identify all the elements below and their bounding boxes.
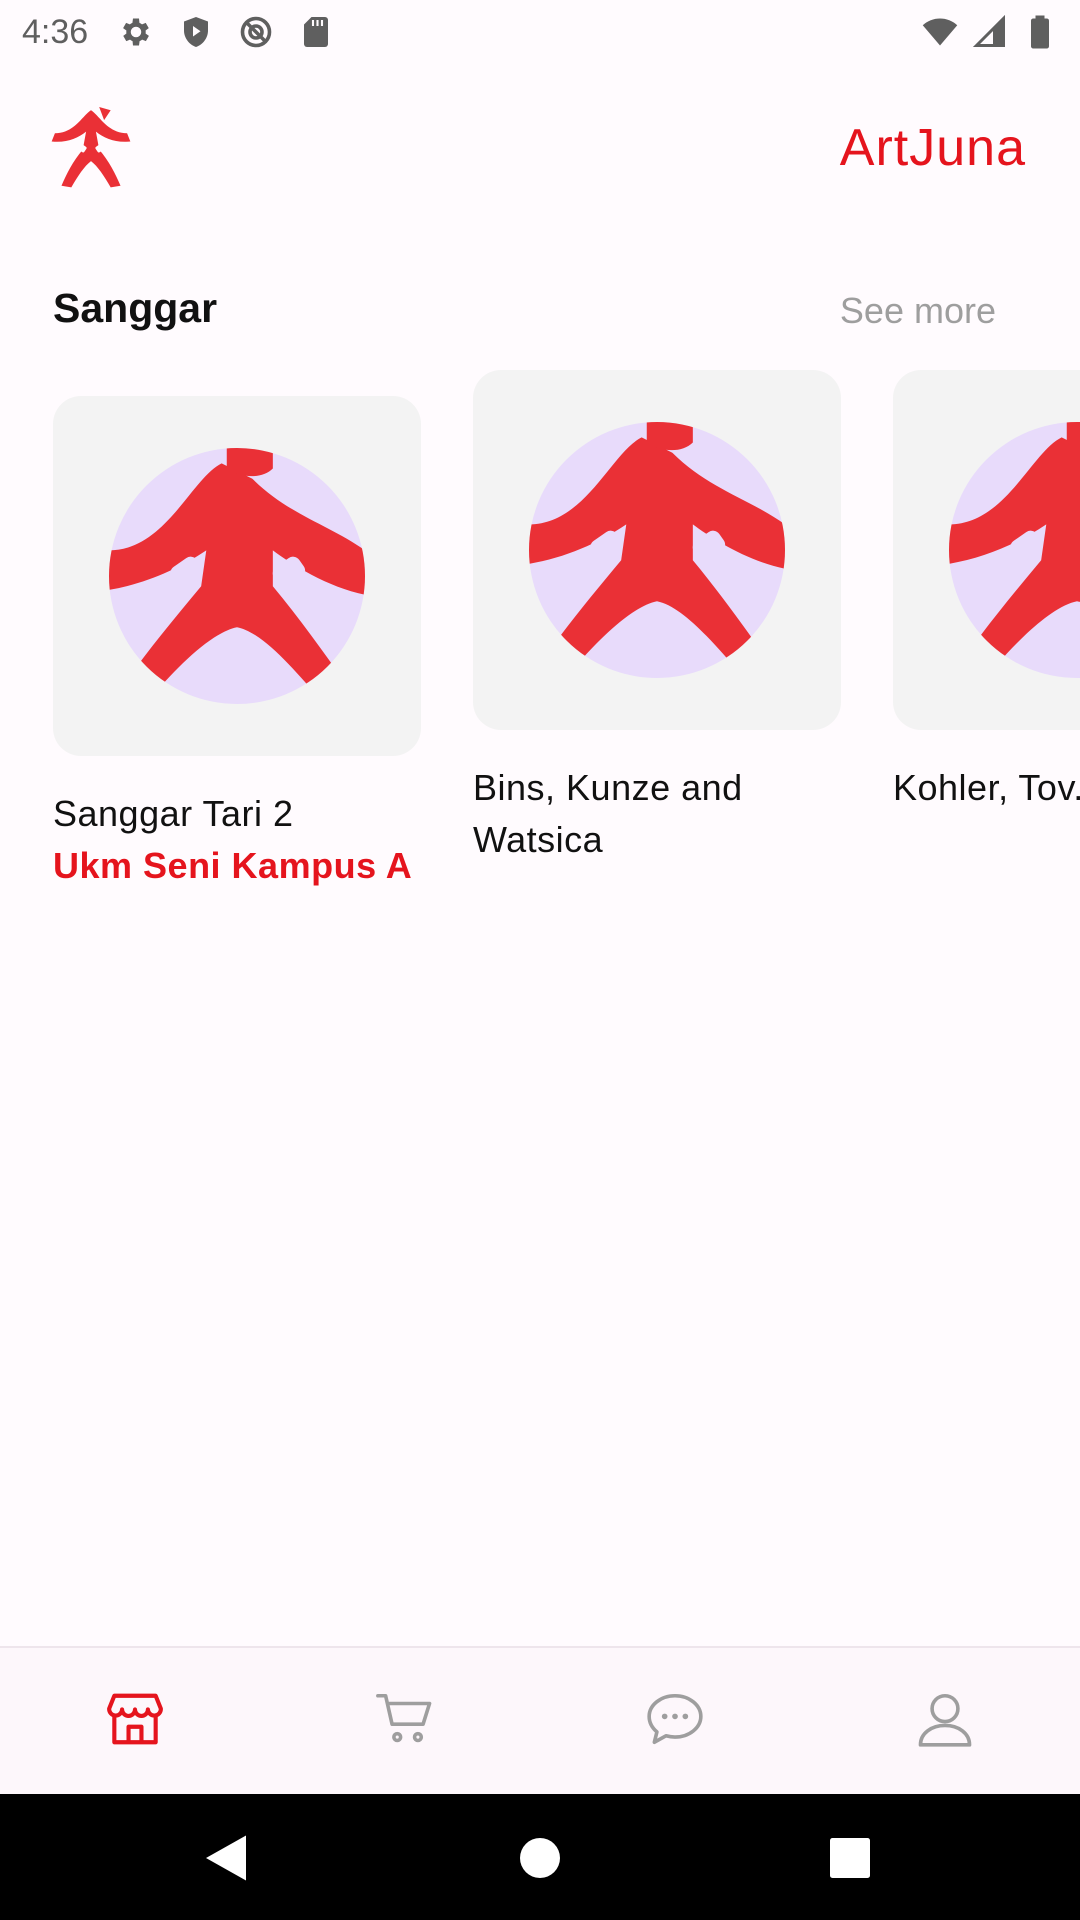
system-nav-bar (0, 1794, 1080, 1920)
signal-icon (972, 14, 1005, 47)
card-name: Kohler, Tov... Koch (893, 767, 1080, 808)
card-clip: Kohler, Tov... Koch (893, 370, 1080, 890)
app-title: ArtJuna (839, 119, 1026, 177)
status-left-icons (118, 14, 334, 50)
status-right-icons (922, 14, 1058, 50)
profile-icon (918, 1693, 972, 1747)
sanggar-card[interactable]: Bins, Kunze and Watsica (473, 370, 841, 866)
status-bar: 4:36 (0, 0, 1080, 64)
recents-icon[interactable] (820, 1828, 880, 1888)
card-org: Ukm Seni Kampus A (53, 845, 413, 886)
see-more-link[interactable]: See more (840, 290, 996, 332)
status-time: 4:36 (22, 12, 89, 51)
sanggar-logo-icon (109, 448, 365, 704)
sanggar-card[interactable]: Sanggar Tari 2 Ukm Seni Kampus A (53, 396, 421, 892)
battery-icon (1031, 15, 1049, 49)
app-bar: ArtJuna (0, 90, 1080, 210)
shield-icon (184, 17, 209, 47)
nav-profile[interactable] (910, 1684, 980, 1754)
card-image[interactable] (53, 396, 421, 756)
sanggar-logo-icon (529, 422, 785, 678)
card-name: Bins, Kunze and Watsica (473, 767, 743, 860)
screen: 4:36 ArtJuna Sanggar See more Sanggar Ta… (0, 0, 1080, 1920)
no-tracking-icon (240, 16, 272, 48)
bottom-nav (0, 1646, 1080, 1794)
back-icon[interactable] (196, 1828, 256, 1888)
nav-cart[interactable] (370, 1684, 440, 1754)
card-image[interactable] (473, 370, 841, 730)
sd-card-icon (304, 17, 329, 47)
nav-chat[interactable] (640, 1684, 710, 1754)
section-title: Sanggar (53, 285, 218, 331)
home-icon[interactable] (510, 1828, 570, 1888)
settings-icon (123, 18, 150, 46)
card-name: Sanggar Tari 2 (53, 793, 294, 834)
sanggar-card[interactable]: Kohler, Tov... Koch (893, 370, 1080, 814)
artjuna-logo-icon (51, 107, 131, 188)
nav-store[interactable] (100, 1684, 170, 1754)
cart-icon (376, 1693, 432, 1743)
card-image[interactable] (893, 370, 1080, 730)
store-icon (107, 1693, 163, 1745)
wifi-icon (922, 18, 958, 46)
sanggar-logo-icon (949, 422, 1080, 678)
chat-icon (647, 1693, 703, 1745)
